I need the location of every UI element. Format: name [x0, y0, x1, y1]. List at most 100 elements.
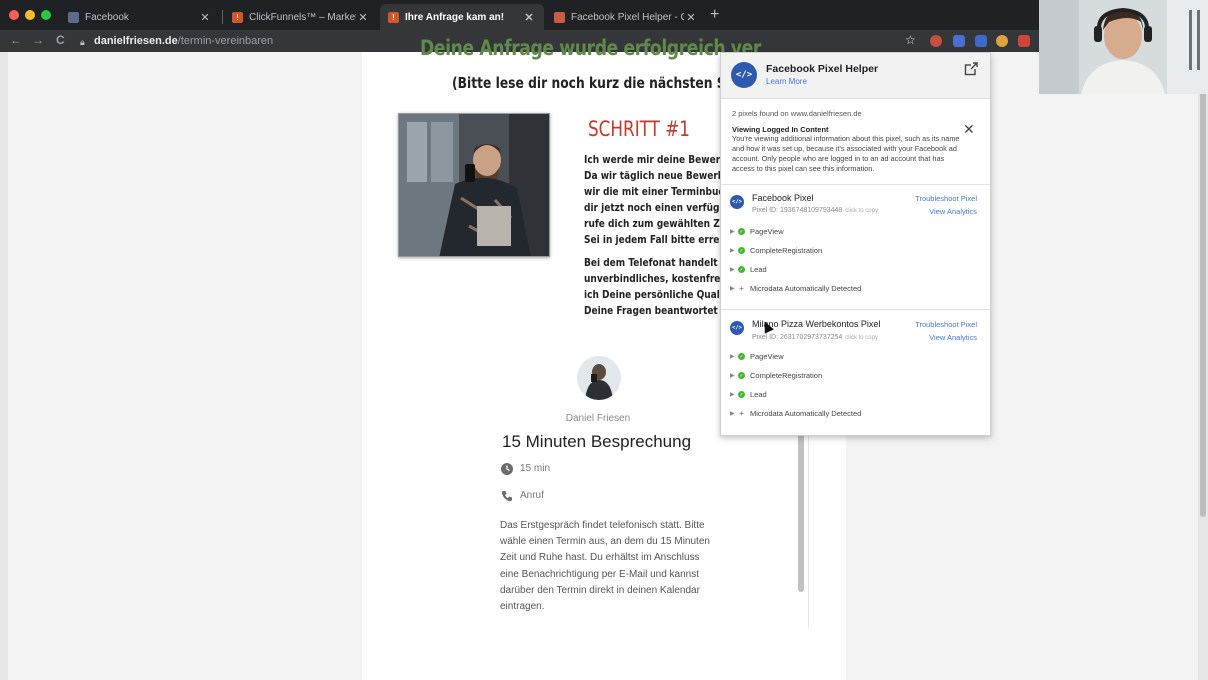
location-text: Anruf	[520, 490, 544, 501]
tab-pixel-helper[interactable]: Facebook Pixel Helper - Chron ✕	[546, 4, 706, 30]
event-name: CompleteRegistration	[750, 371, 823, 380]
tab-clickfunnels[interactable]: ! ClickFunnels™ – Marketing Fu ✕	[224, 4, 378, 30]
webcam-person-image	[1039, 0, 1208, 94]
troubleshoot-pixel-link[interactable]: Troubleshoot Pixel	[915, 320, 977, 329]
step-text-line: Sei in jedem Fall bitte erreichbar	[584, 233, 752, 246]
tab-title: ClickFunnels™ – Marketing Fu	[249, 11, 356, 23]
event-name: Lead	[750, 390, 767, 399]
scrollbar-thumb[interactable]	[1200, 62, 1206, 517]
external-link-icon[interactable]	[964, 62, 978, 76]
close-tab-icon[interactable]: ✕	[356, 11, 370, 24]
event-row[interactable]: ▶ ✓ CompleteRegistration	[730, 246, 822, 255]
event-row[interactable]: ▶ + Microdata Automatically Detected	[730, 409, 861, 418]
check-icon: ✓	[738, 266, 745, 273]
extension-icon[interactable]	[996, 35, 1008, 47]
close-tab-icon[interactable]: ✕	[198, 11, 212, 24]
popup-header: </> Facebook Pixel Helper Learn More	[721, 53, 990, 99]
event-row[interactable]: ▶ ✓ CompleteRegistration	[730, 371, 822, 380]
page-gutter	[0, 52, 8, 680]
close-window-button[interactable]	[9, 10, 19, 20]
man-on-phone-image	[399, 114, 549, 256]
new-tab-button[interactable]: +	[710, 6, 719, 24]
pixel-id-value[interactable]: Pixel ID: 1936748109793448	[752, 207, 842, 214]
pixel-helper-popup: </> Facebook Pixel Helper Learn More 2 p…	[720, 52, 991, 436]
back-arrow-icon[interactable]: ←	[10, 33, 22, 47]
divider	[721, 184, 990, 185]
copy-hint[interactable]: click to copy	[845, 335, 878, 341]
bookmark-star-icon[interactable]: ☆	[905, 33, 916, 47]
event-row[interactable]: ▶ ✓ Lead	[730, 390, 767, 399]
pixel-helper-extension-icon[interactable]	[975, 35, 987, 47]
event-name: Microdata Automatically Detected	[750, 409, 862, 418]
event-name: PageView	[750, 227, 784, 236]
pixel-icon: </>	[730, 321, 744, 335]
tab-separator	[222, 10, 223, 24]
maximize-window-button[interactable]	[41, 10, 51, 20]
event-row[interactable]: ▶ ✓ PageView	[730, 352, 784, 361]
step-text-line: ich Deine persönliche Qualifikati	[584, 288, 750, 301]
profile-photo	[398, 113, 550, 257]
facebook-favicon-icon	[68, 11, 79, 23]
check-icon: ✓	[738, 372, 745, 379]
expand-triangle-icon[interactable]: ▶	[730, 353, 738, 360]
browser-window: Facebook ✕ ! ClickFunnels™ – Marketing F…	[0, 0, 1208, 680]
event-description: Das Erstgespräch findet telefonisch stat…	[500, 520, 710, 613]
plus-icon: +	[739, 284, 744, 293]
forward-arrow-icon[interactable]: →	[32, 33, 44, 47]
pixel-id-value[interactable]: Pixel ID: 2631702973737254	[752, 334, 842, 341]
event-row[interactable]: ▶ ✓ PageView	[730, 227, 784, 236]
event-title: 15 Minuten Besprechung	[502, 432, 692, 451]
tab-title: Facebook	[85, 11, 129, 23]
organizer-avatar	[577, 356, 621, 400]
expand-triangle-icon[interactable]: ▶	[730, 285, 738, 292]
step-text-line: dir jetzt noch einen verfügbaren	[584, 201, 749, 214]
learn-more-link[interactable]: Learn More	[766, 77, 807, 86]
extension-icon[interactable]	[1018, 35, 1030, 47]
address-path: /termin-vereinbaren	[177, 35, 274, 47]
close-tab-icon[interactable]: ✕	[522, 11, 536, 24]
check-icon: ✓	[738, 391, 745, 398]
expand-triangle-icon[interactable]: ▶	[730, 372, 738, 379]
tab-facebook[interactable]: Facebook ✕	[60, 4, 220, 30]
check-icon: ✓	[738, 353, 745, 360]
step-text-line: Da wir täglich neue Bewerbunger	[584, 169, 754, 182]
extension-icon[interactable]	[930, 35, 942, 47]
tab-title: Ihre Anfrage kam an!	[405, 11, 505, 23]
expand-triangle-icon[interactable]: ▶	[730, 410, 738, 417]
event-row[interactable]: ▶ + Microdata Automatically Detected	[730, 284, 861, 293]
tab-anfrage[interactable]: ! Ihre Anfrage kam an! ✕	[380, 4, 544, 30]
location-row: Anruf	[500, 489, 544, 502]
step-title: SCHRITT #1	[588, 117, 690, 141]
plus-icon: +	[739, 409, 744, 418]
troubleshoot-pixel-link[interactable]: Troubleshoot Pixel	[915, 194, 977, 203]
close-tab-icon[interactable]: ✕	[684, 11, 698, 24]
clickfunnels-favicon-icon: !	[232, 11, 243, 23]
popup-title: Facebook Pixel Helper	[766, 63, 879, 75]
pixel-id[interactable]: Pixel ID: 1936748109793448 click to copy	[752, 207, 878, 214]
clock-icon	[500, 462, 513, 475]
pixel-id[interactable]: Pixel ID: 2631702973737254 click to copy	[752, 334, 878, 341]
divider	[721, 309, 990, 310]
chrome-store-favicon-icon	[554, 11, 565, 23]
copy-hint[interactable]: click to copy	[845, 208, 878, 214]
expand-triangle-icon[interactable]: ▶	[730, 391, 738, 398]
step-text-line: Bei dem Telefonat handelt es sicl	[584, 256, 753, 269]
pixel-helper-logo-icon: </>	[731, 62, 757, 88]
reload-icon[interactable]: C	[56, 33, 65, 47]
duration-text: 15 min	[520, 463, 551, 474]
minimize-window-button[interactable]	[25, 10, 35, 20]
event-name: Microdata Automatically Detected	[750, 284, 862, 293]
expand-triangle-icon[interactable]: ▶	[730, 266, 738, 273]
duration-row: 15 min	[500, 462, 550, 475]
webcam-overlay	[1039, 0, 1208, 94]
expand-triangle-icon[interactable]: ▶	[730, 228, 738, 235]
event-name: Lead	[750, 265, 767, 274]
extension-icon[interactable]	[953, 35, 965, 47]
event-row[interactable]: ▶ ✓ Lead	[730, 265, 767, 274]
view-analytics-link[interactable]: View Analytics	[929, 207, 977, 216]
pixel-icon: </>	[730, 195, 744, 209]
view-analytics-link[interactable]: View Analytics	[929, 333, 977, 342]
expand-triangle-icon[interactable]: ▶	[730, 247, 738, 254]
pixel-name[interactable]: Facebook Pixel	[752, 193, 814, 203]
address-domain: danielfriesen.de	[94, 35, 178, 47]
